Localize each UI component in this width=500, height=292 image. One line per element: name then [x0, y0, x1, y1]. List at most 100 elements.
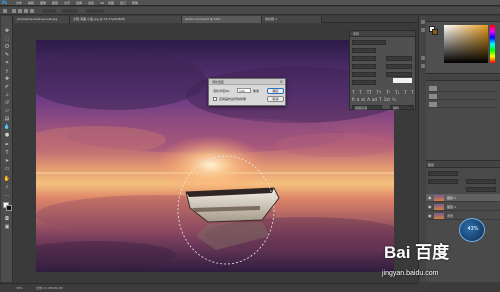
- visibility-eye-icon[interactable]: ◉: [428, 196, 432, 200]
- language-select[interactable]: 美国英语: [352, 105, 382, 110]
- background-color[interactable]: [432, 29, 438, 35]
- performance-widget[interactable]: 43%: [459, 218, 485, 242]
- titling-button[interactable]: ad: [372, 97, 377, 103]
- add-selection-icon[interactable]: [18, 9, 22, 13]
- discretionary-ligatures-button[interactable]: ơ: [357, 97, 359, 103]
- background-color-swatch[interactable]: [6, 205, 12, 211]
- zoom-tool-icon[interactable]: ⌕: [4, 184, 10, 190]
- subtract-selection-icon[interactable]: [24, 9, 28, 13]
- menu-3d[interactable]: 3D: [100, 0, 104, 6]
- apply-canvas-bounds-checkbox[interactable]: [213, 97, 217, 101]
- quick-mask-icon[interactable]: ◘: [4, 216, 10, 222]
- marquee-tool-icon[interactable]: ⬚: [4, 36, 10, 42]
- vertical-scale-field[interactable]: [352, 72, 376, 77]
- blend-mode-select[interactable]: [428, 179, 458, 184]
- lasso-tool-icon[interactable]: ʘ: [4, 44, 10, 50]
- quick-select-tool-icon[interactable]: ✎: [4, 52, 10, 58]
- adjustments-panel-tabs[interactable]: [426, 75, 500, 81]
- type-tool-icon[interactable]: T: [4, 150, 10, 156]
- fill-field[interactable]: [466, 187, 496, 192]
- layer-filter-select[interactable]: [428, 171, 458, 176]
- close-icon[interactable]: ×: [280, 79, 283, 85]
- menu-type[interactable]: 文字: [64, 0, 70, 6]
- tab-document-2[interactable]: 夕阳-海面-小船.jpg @ 33.3%(RGB/8): [70, 16, 182, 23]
- faux-italic-button[interactable]: T: [359, 90, 361, 96]
- path-select-icon[interactable]: ➤: [4, 158, 10, 164]
- properties-panel-icon[interactable]: [421, 28, 425, 32]
- dodge-tool-icon[interactable]: ●: [4, 132, 10, 138]
- opacity-field[interactable]: [466, 179, 496, 184]
- feather-field[interactable]: [42, 9, 56, 13]
- kerning-field[interactable]: [352, 64, 376, 69]
- menu-layer[interactable]: 图层: [52, 0, 58, 6]
- clone-stamp-icon[interactable]: ⊥: [4, 92, 10, 98]
- superscript-button[interactable]: T¹: [386, 90, 390, 96]
- color-panel-tabs[interactable]: [426, 16, 500, 22]
- subscript-button[interactable]: T₁: [395, 90, 399, 96]
- gradient-tool-icon[interactable]: ▤: [4, 116, 10, 122]
- screen-mode-icon[interactable]: ▣: [4, 224, 10, 230]
- leading-field[interactable]: [386, 56, 412, 61]
- ok-button[interactable]: 确定: [267, 88, 284, 94]
- underline-button[interactable]: T: [404, 90, 406, 96]
- move-tool-icon[interactable]: ✥: [4, 28, 10, 34]
- layer-row[interactable]: ◉ 背景: [426, 212, 500, 220]
- style-select[interactable]: [62, 9, 78, 13]
- menu-file[interactable]: 文件: [16, 0, 22, 6]
- color-picker-field[interactable]: [444, 25, 488, 63]
- menu-filter[interactable]: 滤镜: [88, 0, 94, 6]
- layer-row[interactable]: ◉ 图层 1: [426, 203, 500, 211]
- layer-row[interactable]: ◉ 图层 1: [426, 194, 500, 202]
- small-caps-button[interactable]: Tт: [377, 90, 382, 96]
- ornaments-button[interactable]: T: [379, 97, 381, 103]
- crop-tool-icon[interactable]: ⌗: [4, 60, 10, 66]
- ordinals-button[interactable]: 1st: [384, 97, 390, 103]
- menu-edit[interactable]: 编辑: [28, 0, 34, 6]
- adjustment-row[interactable]: [428, 101, 498, 108]
- blur-tool-icon[interactable]: 💧: [4, 124, 10, 130]
- text-color-swatch[interactable]: [393, 78, 412, 83]
- healing-brush-icon[interactable]: ✚: [4, 76, 10, 82]
- zoom-level[interactable]: 33%: [16, 285, 23, 292]
- sunset-boat-photo[interactable]: [36, 40, 394, 272]
- more-tools-icon[interactable]: …: [4, 192, 10, 198]
- menu-help[interactable]: 帮助: [132, 0, 138, 6]
- menu-select[interactable]: 选择: [76, 0, 82, 6]
- tracking-field[interactable]: [386, 64, 412, 69]
- baseline-shift-field[interactable]: [352, 80, 376, 85]
- antialias-select[interactable]: 锐利: [390, 105, 414, 110]
- visibility-eye-icon[interactable]: ◉: [428, 205, 432, 209]
- cancel-button[interactable]: 取消: [267, 96, 284, 102]
- horizontal-scale-field[interactable]: [386, 72, 412, 77]
- history-brush-icon[interactable]: ↺: [4, 100, 10, 106]
- stylistic-button[interactable]: st: [361, 97, 365, 103]
- strikethrough-button[interactable]: T: [412, 90, 414, 96]
- font-family-select[interactable]: [352, 40, 386, 45]
- adjustment-row[interactable]: [428, 85, 498, 92]
- faux-bold-button[interactable]: T: [352, 90, 354, 96]
- adjustment-row[interactable]: [428, 93, 498, 100]
- layers-panel-tab[interactable]: 图层: [426, 162, 500, 168]
- tab-document-3[interactable]: photo-room.psd @ 50%: [182, 16, 262, 23]
- hue-slider[interactable]: [490, 25, 495, 63]
- eraser-tool-icon[interactable]: ▱: [4, 108, 10, 114]
- pen-tool-icon[interactable]: ✒: [4, 142, 10, 148]
- intersect-selection-icon[interactable]: [30, 9, 34, 13]
- paragraph-panel-icon[interactable]: [421, 64, 425, 68]
- visibility-eye-icon[interactable]: ◉: [428, 214, 432, 218]
- tab-document-4[interactable]: 未标题-1: [262, 16, 322, 23]
- font-style-select[interactable]: [352, 48, 376, 53]
- hand-tool-icon[interactable]: ✋: [4, 176, 10, 182]
- new-selection-icon[interactable]: [12, 9, 16, 13]
- brush-tool-icon[interactable]: ✐: [4, 84, 10, 90]
- swash-button[interactable]: A: [367, 97, 370, 103]
- all-caps-button[interactable]: TT: [367, 90, 372, 96]
- eyedropper-tool-icon[interactable]: ɟ: [4, 68, 10, 74]
- font-size-field[interactable]: [352, 56, 376, 61]
- history-panel-icon[interactable]: [421, 20, 425, 24]
- tab-document-1[interactable]: photoshop-boat-sunset.jpg: [14, 16, 70, 23]
- fractions-button[interactable]: ½: [392, 97, 396, 103]
- ligatures-button[interactable]: fi: [352, 97, 355, 103]
- shape-tool-icon[interactable]: ▭: [4, 166, 10, 172]
- marquee-tool-icon[interactable]: [3, 9, 7, 13]
